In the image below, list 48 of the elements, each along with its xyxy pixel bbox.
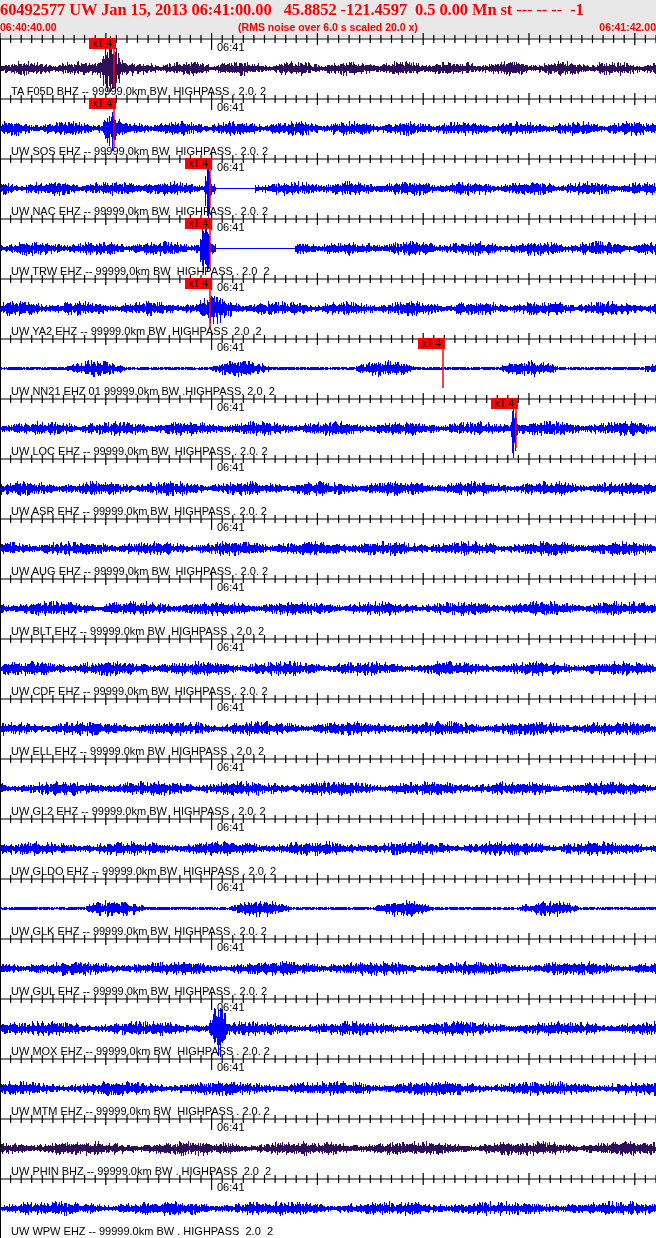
time-label: 06:41 xyxy=(217,41,245,53)
time-label: 06:41 xyxy=(217,581,245,593)
station-label: UW GLDO EHZ -- 99999.0km BW HIGHPASS . 2.0. 2 xyxy=(11,865,277,877)
station-label: UW GLK EHZ -- 99999.0km BW HIGHPASS . 2.0. 2 xyxy=(11,925,267,937)
station-label: UW AUG EHZ -- 99999.0km BW HIGHPASS . 2.0. 2 xyxy=(11,565,269,577)
time-label: 06:41 xyxy=(217,941,245,953)
event-title: 60492577 UW Jan 15, 2013 06:41:00.00 45.8852 -121.4597 0.5 0.00 Mn st --- -- -- -1 xyxy=(0,0,585,20)
time-label: 06:41 xyxy=(217,761,245,773)
station-label: UW WPW EHZ -- 99999.0km BW . HIGHPASS 2.0 2 xyxy=(11,1225,273,1237)
pick-label: xT 4 xyxy=(491,398,518,409)
station-label: UW GUL EHZ -- 99999.0km BW HIGHPASS . 2.0. 2 xyxy=(11,985,268,997)
end-time: 06:41:42.00 xyxy=(599,20,656,34)
time-label: 06:41 xyxy=(217,341,245,353)
station-label: UW NN21 EHZ 01 99999.0km BW .HIGHPASS. 2.0 2 xyxy=(11,385,275,397)
noise-note: (RMS noise over 6.0 s scaled 20.0 x) xyxy=(238,20,418,34)
time-label: 06:41 xyxy=(217,401,245,413)
time-label: 06:41 xyxy=(217,221,245,233)
time-label: 06:41 xyxy=(217,281,245,293)
station-label: UW SOS EHZ -- 99999.0km BW HIGHPASS . 2.0. 2 xyxy=(11,145,269,157)
station-label: UW GL2 EHZ -- 99999.0km BW HIGHPASS . 2.0. 2 xyxy=(11,805,266,817)
station-label: UW PHIN BHZ -- 99999.0km BW . HIGHPASS 2.0 2 xyxy=(11,1165,272,1177)
station-label: UW ELL EHZ -- 99999.0km BW HIGHPASS . 2.0. 2 xyxy=(11,745,265,757)
station-label: UW YA2 EHZ -- 99999.0km BW HIGHPASS 2.0 .2 xyxy=(11,325,262,337)
station-label: UW LOC EHZ -- 99999.0km BW HIGHPASS . 2.0. 2 xyxy=(11,445,268,457)
station-label: TA F05D BHZ -- 99999.0km BW HIGHPASS . 2.0. 2 xyxy=(11,85,267,97)
station-label: UW CDF EHZ -- 99999.0km BW HIGHPASS . 2.0. 2 xyxy=(11,685,268,697)
time-label: 06:41 xyxy=(217,1061,245,1073)
time-label: 06:41 xyxy=(217,701,245,713)
time-label: 06:41 xyxy=(217,641,245,653)
time-label: 06:41 xyxy=(217,461,245,473)
pick-label: xT 4 xyxy=(89,38,116,49)
time-label: 06:41 xyxy=(217,161,245,173)
station-label: UW BLT EHZ -- 99999.0km BW HIGHPASS . 2.0. 2 xyxy=(11,625,265,637)
pick-label: xT 4 xyxy=(185,278,212,289)
station-label: UW ASR EHZ -- 99999.0km BW HIGHPASS . 2.0. 2 xyxy=(11,505,267,517)
time-label: 06:41 xyxy=(217,101,245,113)
pick-label: xT 4 xyxy=(185,218,212,229)
station-label: UW MTM EHZ -- 99999.0km BW HIGHPASS . 2.0. 2 xyxy=(11,1105,270,1117)
pick-label: xT 4 xyxy=(185,158,212,169)
time-label: 06:41 xyxy=(217,1121,245,1133)
start-time: 06:40:40.00 xyxy=(0,20,57,34)
time-label: 06:41 xyxy=(217,881,245,893)
time-label: 06:41 xyxy=(217,521,245,533)
time-label: 06:41 xyxy=(217,1181,245,1193)
pick-label: xT 4 xyxy=(89,98,116,109)
time-label: 06:41 xyxy=(217,1001,245,1013)
time-label: 06:41 xyxy=(217,821,245,833)
pick-label: xT 4 xyxy=(418,338,445,349)
